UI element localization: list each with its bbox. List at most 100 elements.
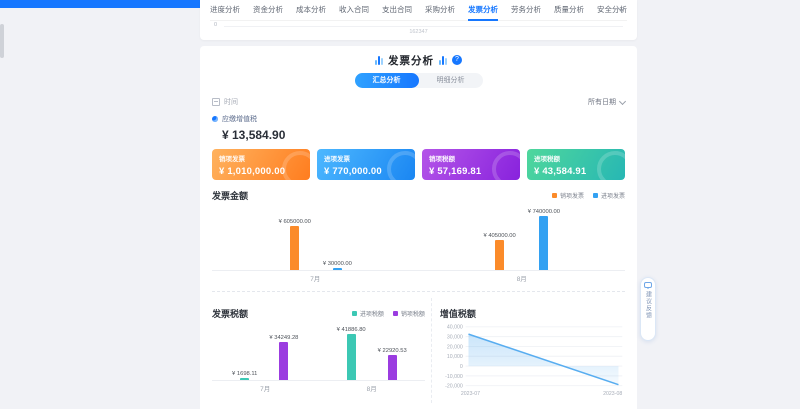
svg-text:20,000: 20,000: [447, 344, 463, 350]
chevron-down-icon[interactable]: [619, 6, 629, 16]
svg-text:0: 0: [460, 364, 463, 370]
chevron-down-icon: [619, 98, 626, 105]
card-value: ¥ 57,169.81: [429, 166, 513, 177]
tab-发票分析[interactable]: 发票分析: [468, 0, 498, 21]
svg-text:2023-08: 2023-08: [603, 391, 622, 397]
toggle-summary-analysis[interactable]: 汇总分析: [355, 73, 419, 88]
tab-劳务分析[interactable]: 劳务分析: [511, 0, 541, 21]
bar-销项税额-8月[interactable]: [388, 355, 397, 380]
card-label: 销项发票: [219, 153, 303, 163]
invoice-analysis-card: 发票分析 ? 汇总分析 明细分析 时间 所有日期: [200, 46, 637, 409]
card-label: 销项税额: [429, 153, 513, 163]
x-axis-label: 8月: [318, 381, 424, 393]
card-label: 进项发票: [324, 153, 408, 163]
invoice-amount-chart: ¥ 605000.00 ¥ 30000.00 ¥ 405000.00 ¥ 740000…: [212, 205, 625, 283]
svg-text:2023-07: 2023-07: [461, 391, 480, 397]
dashed-divider: [212, 291, 625, 292]
top-blue-bar: [0, 0, 200, 8]
svg-text:-10,000: -10,000: [445, 374, 463, 380]
toggle-detail-analysis[interactable]: 明细分析: [419, 73, 483, 88]
summary-card-进项税额[interactable]: 进项税额 ¥ 43,584.91: [527, 149, 625, 180]
card-value: ¥ 770,000.00: [324, 166, 408, 177]
x-axis-label: 7月: [212, 381, 318, 393]
invoice-analysis-panel: 进度分析资金分析成本分析收入合同支出合同采购分析发票分析劳务分析质量分析安全分析…: [200, 0, 637, 409]
svg-text:40,000: 40,000: [447, 325, 463, 331]
bar-销项发票-7月[interactable]: [290, 226, 299, 270]
time-filter-label: 时间: [212, 97, 238, 107]
summary-card-进项发票[interactable]: 进项发票 ¥ 770,000.00: [317, 149, 415, 180]
tab-收入合同[interactable]: 收入合同: [339, 0, 369, 21]
feedback-widget[interactable]: 建议反馈: [640, 277, 656, 341]
legend-item-进项税额[interactable]: 进项税额: [352, 309, 384, 318]
remnant-x-label: 162347: [210, 29, 627, 35]
tab-支出合同[interactable]: 支出合同: [382, 0, 412, 21]
kpi-vat-payable: 应缴增值税 ¥ 13,584.90: [212, 114, 625, 142]
page-title: 发票分析: [388, 53, 434, 68]
bar-value-label: ¥ 34249.28: [269, 335, 298, 341]
invoice-amount-header: 发票金额 销项发票进项发票: [212, 189, 625, 201]
summary-card-销项发票[interactable]: 销项发票 ¥ 1,010,000.00: [212, 149, 310, 180]
bar-销项税额-7月[interactable]: [279, 342, 288, 380]
tab-资金分析[interactable]: 资金分析: [253, 0, 283, 21]
invoice-tax-legend: 进项税额销项税额: [352, 309, 425, 318]
bar-进项税额-8月[interactable]: [347, 334, 356, 380]
help-icon[interactable]: ?: [452, 55, 462, 65]
axis-zero-label: 0: [214, 22, 217, 28]
invoice-tax-section: 发票税额 进项税额销项税额 ¥ 1698.11¥ 34249.28¥ 41886…: [212, 298, 431, 403]
filter-row: 时间 所有日期: [212, 95, 625, 108]
svg-text:30,000: 30,000: [447, 335, 463, 341]
bar-进项发票-8月[interactable]: [539, 216, 548, 270]
summary-card-销项税额[interactable]: 销项税额 ¥ 57,169.81: [422, 149, 520, 180]
x-axis-label: 8月: [419, 271, 626, 283]
date-range-dropdown[interactable]: 所有日期: [588, 97, 625, 107]
kpi-dot-icon: [212, 116, 218, 122]
vat-amount-section: 增值税额 40,000 30,000 20,000 10,000 0 -10,000 -20…: [431, 298, 625, 403]
scrollbar[interactable]: [0, 24, 4, 58]
bar-chart-icon: [439, 56, 447, 65]
bar-chart-icon: [375, 56, 383, 65]
card-label: 进项税额: [534, 153, 618, 163]
summary-cards-row: 销项发票 ¥ 1,010,000.00 进项发票 ¥ 770,000.00 销项税额 ¥ …: [212, 149, 625, 180]
bar-value-label: ¥ 22920.53: [378, 348, 407, 354]
bar-value-label: ¥ 605000.00: [279, 219, 311, 225]
view-toggle: 汇总分析 明细分析: [212, 73, 625, 88]
invoice-amount-legend: 销项发票进项发票: [552, 191, 625, 200]
bar-value-label: ¥ 41886.80: [337, 327, 366, 333]
previous-chart-remnant: 0 162347: [210, 21, 627, 39]
card-value: ¥ 1,010,000.00: [219, 166, 303, 177]
tab-成本分析[interactable]: 成本分析: [296, 0, 326, 21]
vat-line-chart: 40,00030,00020,00010,0000-10,000-20,0002…: [440, 319, 625, 403]
invoice-tax-chart: ¥ 1698.11¥ 34249.28¥ 41886.80¥ 22920.53 …: [212, 323, 425, 393]
kpi-label: 应缴增值税: [222, 114, 257, 124]
feedback-label: 建议反馈: [644, 291, 653, 319]
tab-质量分析[interactable]: 质量分析: [554, 0, 584, 21]
bar-value-label: ¥ 1698.11: [232, 371, 257, 377]
legend-item-销项发票[interactable]: 销项发票: [552, 191, 584, 200]
bar-value-label: ¥ 30000.00: [323, 261, 352, 267]
section-header: 发票分析 ?: [212, 52, 625, 68]
analysis-tab-card: 进度分析资金分析成本分析收入合同支出合同采购分析发票分析劳务分析质量分析安全分析…: [200, 0, 637, 40]
chart-title: 发票金额: [212, 189, 248, 202]
x-axis-label: 7月: [212, 271, 419, 283]
bar-销项发票-8月[interactable]: [495, 240, 504, 270]
date-range-value: 所有日期: [588, 97, 616, 107]
bar-value-label: ¥ 405000.00: [484, 233, 516, 239]
chart-title: 增值税额: [440, 307, 476, 320]
bar-进项税额-7月[interactable]: [240, 378, 249, 380]
screen: 进度分析资金分析成本分析收入合同支出合同采购分析发票分析劳务分析质量分析安全分析…: [0, 0, 800, 409]
tab-进度分析[interactable]: 进度分析: [210, 0, 240, 21]
kpi-value: ¥ 13,584.90: [222, 128, 625, 142]
card-value: ¥ 43,584.91: [534, 166, 618, 177]
chat-bubble-icon: [644, 282, 652, 288]
analysis-tabs: 进度分析资金分析成本分析收入合同支出合同采购分析发票分析劳务分析质量分析安全分析: [210, 0, 627, 21]
axis-line: [224, 26, 623, 27]
tab-采购分析[interactable]: 采购分析: [425, 0, 455, 21]
legend-item-销项税额[interactable]: 销项税额: [393, 309, 425, 318]
bar-value-label: ¥ 740000.00: [528, 209, 560, 215]
legend-item-进项发票[interactable]: 进项发票: [593, 191, 625, 200]
svg-text:-20,000: -20,000: [445, 384, 463, 390]
bar-进项发票-7月[interactable]: [333, 268, 342, 270]
bottom-charts-row: 发票税额 进项税额销项税额 ¥ 1698.11¥ 34249.28¥ 41886…: [212, 298, 625, 403]
calendar-icon: [212, 98, 220, 106]
svg-text:10,000: 10,000: [447, 354, 463, 360]
